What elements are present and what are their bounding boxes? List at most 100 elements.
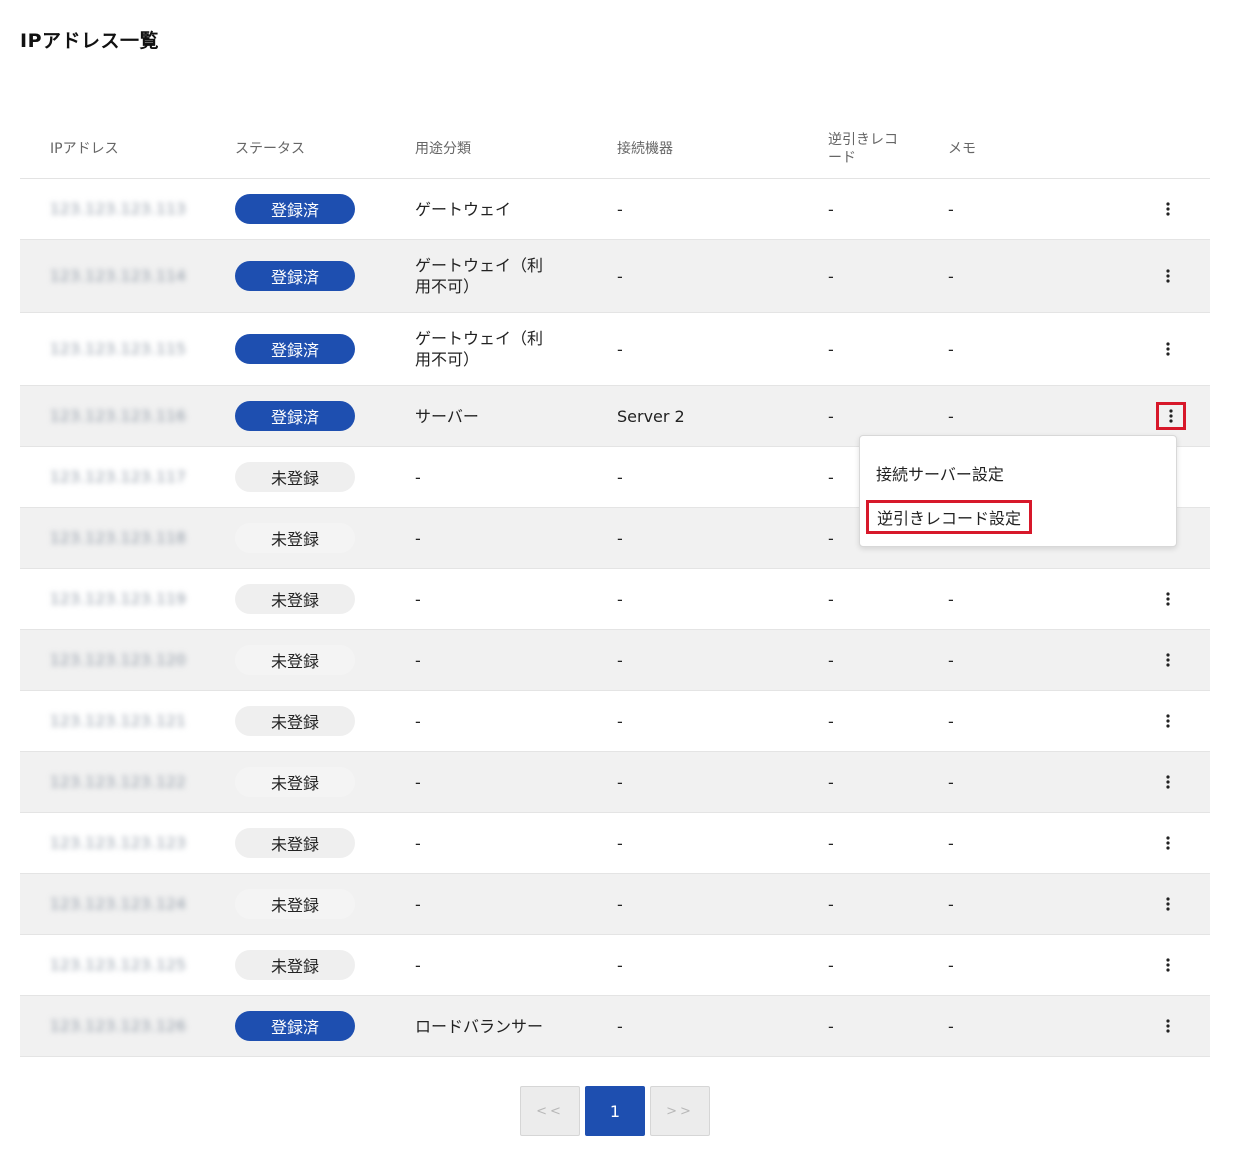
more-vertical-icon[interactable] bbox=[1156, 197, 1180, 221]
status-badge: 未登録 bbox=[235, 645, 355, 675]
memo-cell: - bbox=[948, 894, 954, 914]
action-cell bbox=[1156, 630, 1180, 690]
header-reverse-record: 逆引きレコード bbox=[828, 132, 898, 166]
device-cell: - bbox=[617, 467, 623, 487]
usage-cell: ロードバランサー bbox=[415, 996, 550, 1056]
menu-item-connected-server-settings[interactable]: 接続サーバー設定 bbox=[876, 460, 1004, 486]
more-vertical-icon[interactable] bbox=[1156, 264, 1180, 288]
action-cell bbox=[1156, 691, 1180, 751]
ip-cell: 123.123.123.113 bbox=[50, 179, 186, 239]
more-vertical-icon[interactable] bbox=[1156, 953, 1180, 977]
usage-cell: ゲートウェイ bbox=[415, 179, 550, 239]
next-page-button[interactable]: >> bbox=[650, 1086, 710, 1136]
action-cell bbox=[1156, 935, 1180, 995]
usage-text: サーバー bbox=[415, 406, 479, 426]
status-badge: 未登録 bbox=[235, 584, 355, 614]
reverse-record-cell: - bbox=[828, 894, 834, 914]
memo-cell: - bbox=[948, 833, 954, 853]
device-cell: Server 2 bbox=[617, 406, 685, 426]
ip-cell: 123.123.123.124 bbox=[50, 874, 186, 934]
status-badge: 登録済 bbox=[235, 334, 355, 364]
ip-address-text: 123.123.123.115 bbox=[50, 340, 187, 358]
menu-item-reverse-record-settings[interactable]: 逆引きレコード設定 bbox=[866, 500, 1033, 534]
header-ip: IPアドレス bbox=[50, 141, 119, 157]
usage-text: - bbox=[415, 833, 421, 853]
usage-text: - bbox=[415, 589, 421, 609]
reverse-record-cell: - bbox=[828, 772, 834, 792]
status-cell: 未登録 bbox=[235, 630, 355, 690]
reverse-record-cell: - bbox=[828, 199, 834, 219]
status-cell: 未登録 bbox=[235, 569, 355, 629]
device-cell: - bbox=[617, 650, 623, 670]
usage-cell: - bbox=[415, 874, 550, 934]
status-cell: 未登録 bbox=[235, 508, 355, 568]
prev-page-button[interactable]: << bbox=[520, 1086, 580, 1136]
more-vertical-icon[interactable] bbox=[1156, 587, 1180, 611]
more-vertical-icon[interactable] bbox=[1156, 648, 1180, 672]
ip-cell: 123.123.123.114 bbox=[50, 240, 186, 312]
ip-address-text: 123.123.123.118 bbox=[50, 529, 187, 547]
device-cell: - bbox=[617, 833, 623, 853]
ip-cell: 123.123.123.116 bbox=[50, 386, 186, 446]
reverse-record-cell: - bbox=[828, 711, 834, 731]
more-vertical-icon[interactable] bbox=[1156, 892, 1180, 916]
usage-cell: - bbox=[415, 752, 550, 812]
more-vertical-icon[interactable] bbox=[1156, 831, 1180, 855]
more-vertical-icon[interactable] bbox=[1156, 402, 1186, 430]
action-cell bbox=[1156, 752, 1180, 812]
ip-cell: 123.123.123.123 bbox=[50, 813, 186, 873]
status-cell: 登録済 bbox=[235, 179, 355, 239]
ip-address-text: 123.123.123.116 bbox=[50, 407, 187, 425]
action-cell bbox=[1156, 874, 1180, 934]
status-cell: 登録済 bbox=[235, 313, 355, 385]
memo-cell: - bbox=[948, 955, 954, 975]
ip-address-text: 123.123.123.119 bbox=[50, 590, 187, 608]
action-cell bbox=[1156, 179, 1180, 239]
ip-address-text: 123.123.123.124 bbox=[50, 895, 187, 913]
memo-cell: - bbox=[948, 650, 954, 670]
memo-cell: - bbox=[948, 589, 954, 609]
status-badge: 未登録 bbox=[235, 950, 355, 980]
device-cell: - bbox=[617, 1016, 623, 1036]
status-badge: 未登録 bbox=[235, 767, 355, 797]
memo-cell: - bbox=[948, 711, 954, 731]
row-action-menu: 接続サーバー設定 逆引きレコード設定 bbox=[859, 435, 1177, 547]
status-badge: 登録済 bbox=[235, 1011, 355, 1041]
pagination: << 1 >> bbox=[520, 1086, 710, 1136]
action-cell bbox=[1156, 313, 1180, 385]
usage-cell: - bbox=[415, 630, 550, 690]
memo-cell: - bbox=[948, 199, 954, 219]
device-cell: - bbox=[617, 955, 623, 975]
usage-cell: - bbox=[415, 813, 550, 873]
more-vertical-icon[interactable] bbox=[1156, 1014, 1180, 1038]
table-row: 123.123.123.125 未登録 - - - - bbox=[20, 935, 1210, 996]
more-vertical-icon[interactable] bbox=[1156, 709, 1180, 733]
usage-text: - bbox=[415, 955, 421, 975]
page-title: IPアドレス一覧 bbox=[20, 30, 159, 52]
more-vertical-icon[interactable] bbox=[1156, 337, 1180, 361]
reverse-record-cell: - bbox=[828, 339, 834, 359]
device-cell: - bbox=[617, 528, 623, 548]
more-vertical-icon[interactable] bbox=[1156, 770, 1180, 794]
usage-text: - bbox=[415, 650, 421, 670]
header-usage: 用途分類 bbox=[415, 140, 471, 157]
memo-cell: - bbox=[948, 1016, 954, 1036]
ip-address-text: 123.123.123.123 bbox=[50, 834, 187, 852]
status-cell: 未登録 bbox=[235, 935, 355, 995]
status-cell: 未登録 bbox=[235, 691, 355, 751]
action-cell bbox=[1156, 996, 1180, 1056]
table-row: 123.123.123.126 登録済 ロードバランサー - - - bbox=[20, 996, 1210, 1057]
ip-cell: 123.123.123.117 bbox=[50, 447, 186, 507]
memo-cell: - bbox=[948, 772, 954, 792]
usage-cell: - bbox=[415, 691, 550, 751]
page-button-current[interactable]: 1 bbox=[585, 1086, 645, 1136]
action-cell bbox=[1156, 240, 1180, 312]
header-device: 接続機器 bbox=[617, 141, 673, 157]
usage-cell: ゲートウェイ（利用不可） bbox=[415, 240, 550, 312]
ip-cell: 123.123.123.119 bbox=[50, 569, 186, 629]
table-row: 123.123.123.122 未登録 - - - - bbox=[20, 752, 1210, 813]
status-cell: 登録済 bbox=[235, 240, 355, 312]
ip-address-text: 123.123.123.121 bbox=[50, 712, 187, 730]
ip-address-text: 123.123.123.117 bbox=[50, 468, 187, 486]
reverse-record-cell: - bbox=[828, 266, 834, 286]
